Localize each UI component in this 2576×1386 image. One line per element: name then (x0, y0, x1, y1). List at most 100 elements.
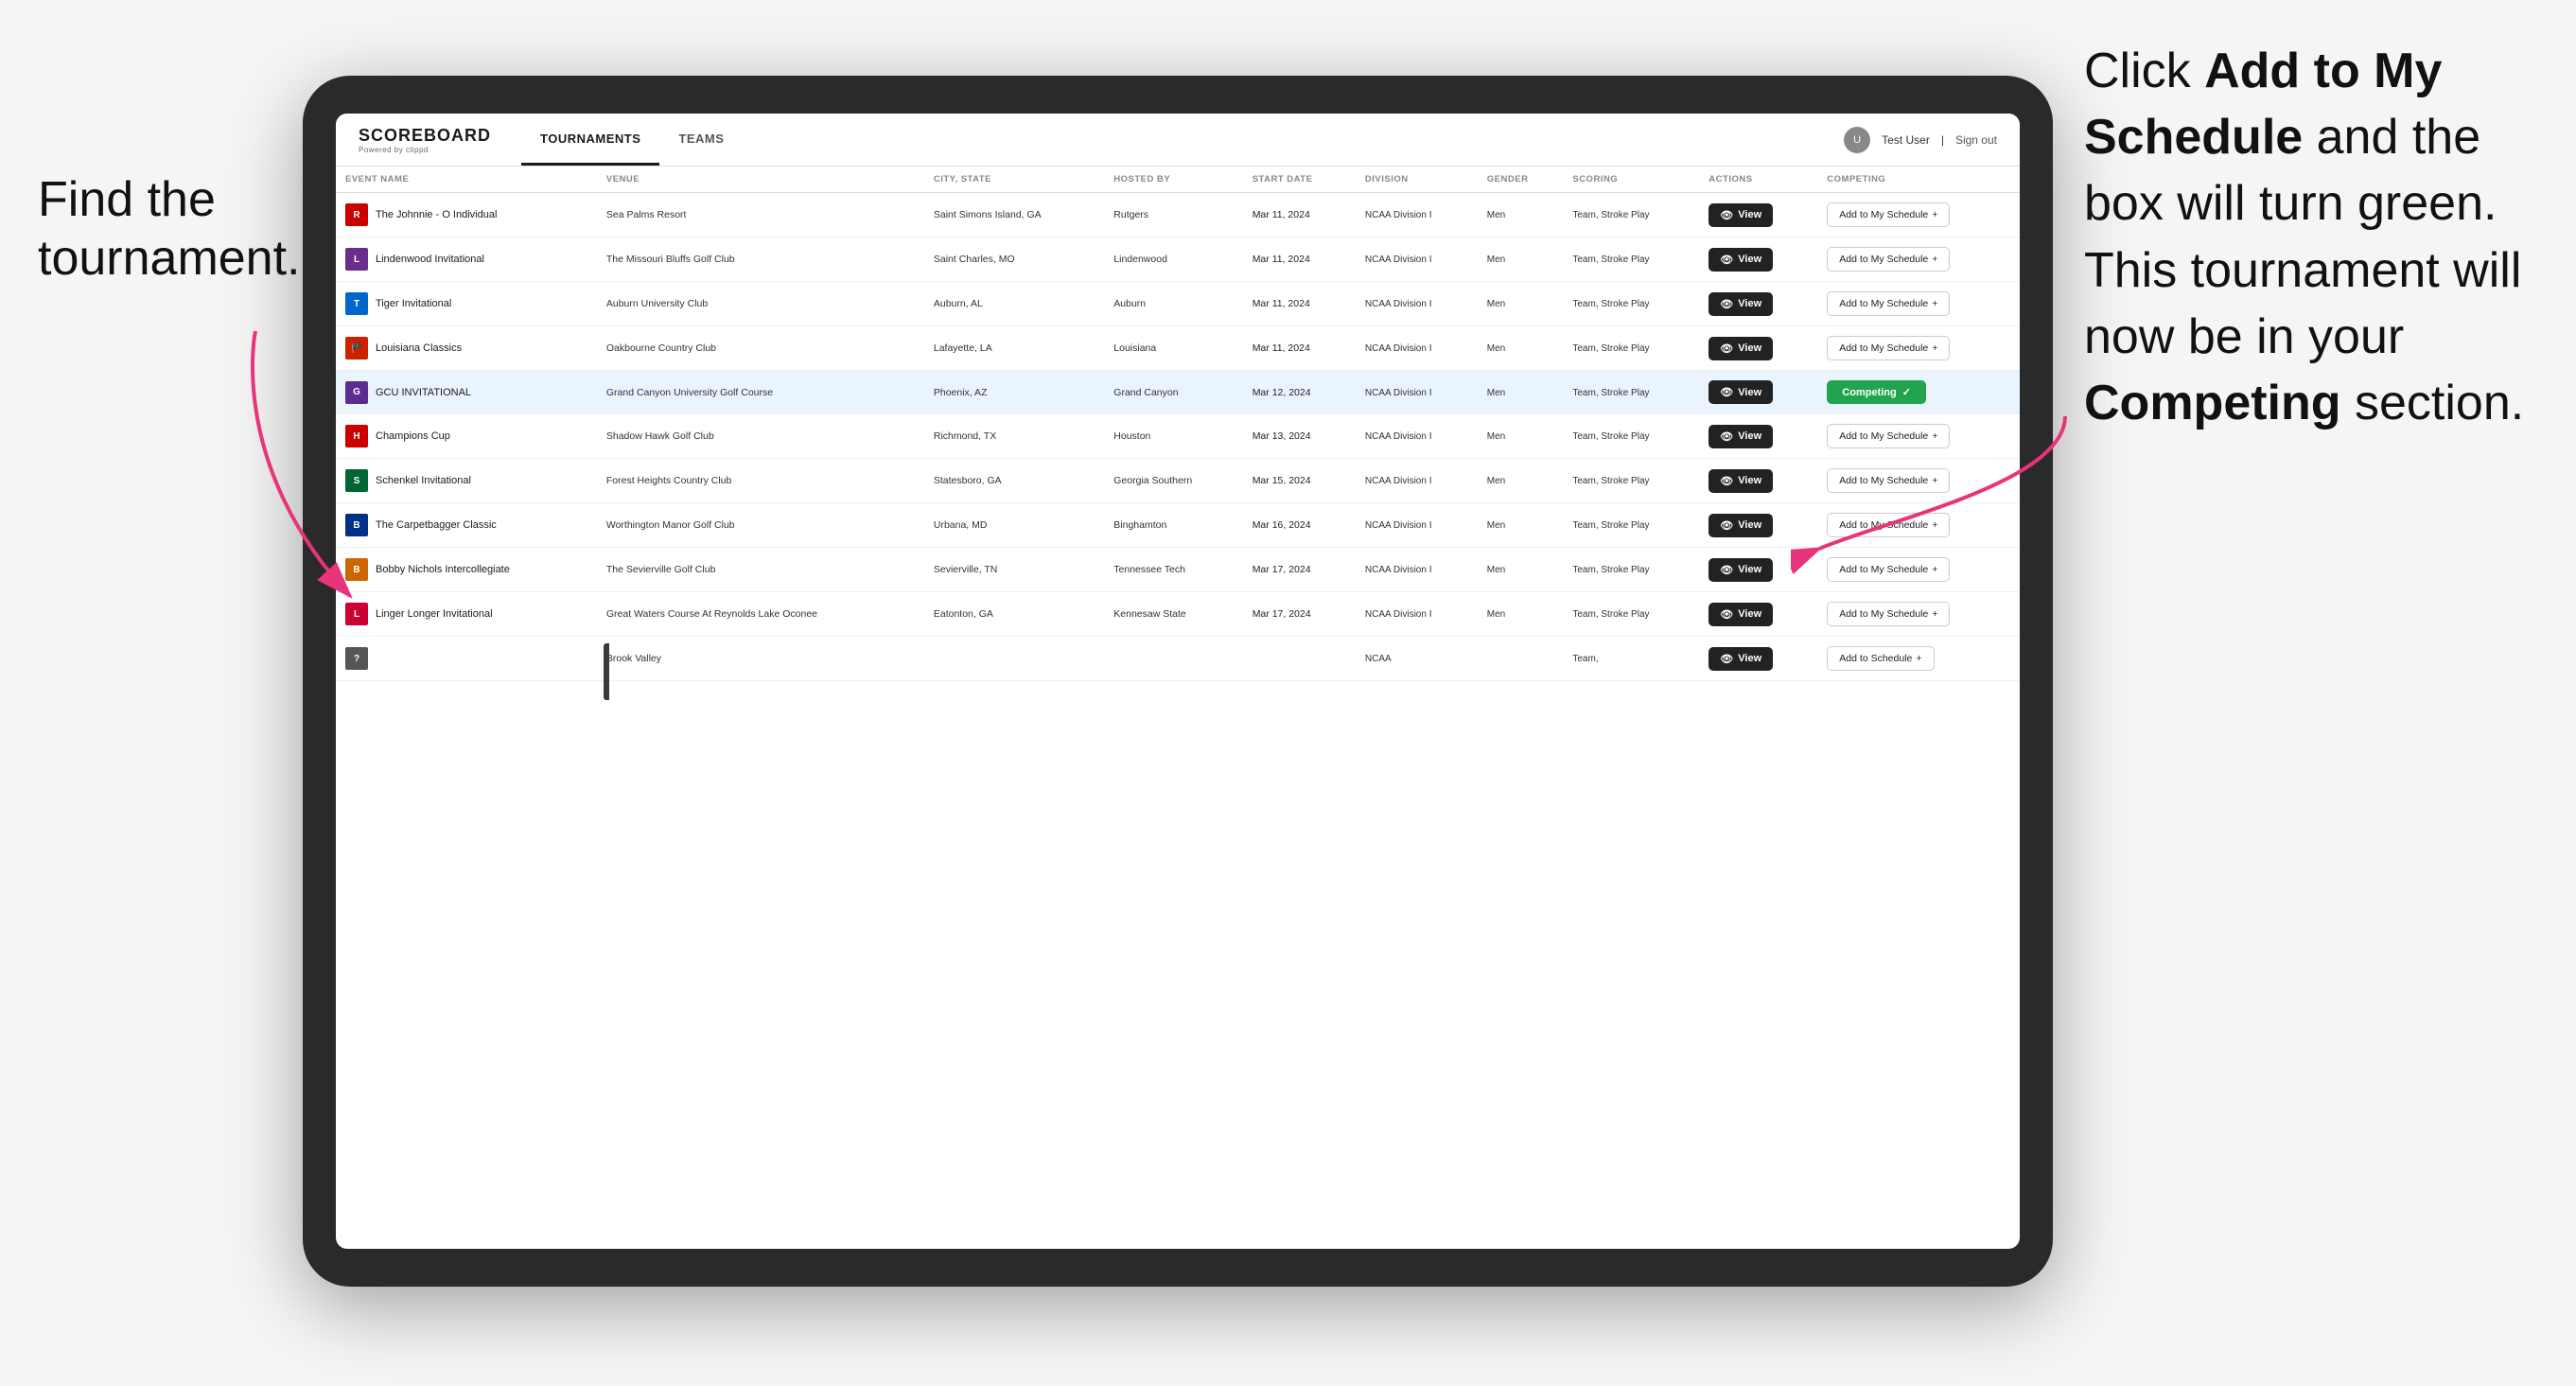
add-to-schedule-button[interactable]: Add to My Schedule + (1827, 291, 1950, 316)
table-row: ? Brook ValleyNCAATeam,👁View Add to Sche… (336, 637, 2020, 681)
city-cell: Saint Simons Island, GA (924, 193, 1104, 237)
gender-cell: Men (1478, 326, 1564, 371)
add-to-schedule-button[interactable]: Add to My Schedule + (1827, 202, 1950, 227)
view-button[interactable]: 👁View (1709, 248, 1773, 272)
header-right: U Test User | Sign out (1844, 127, 1997, 153)
table-header-row: EVENT NAME VENUE CITY, STATE HOSTED BY S… (336, 167, 2020, 193)
hosted-by-cell: Auburn (1104, 282, 1242, 326)
view-button[interactable]: 👁View (1709, 603, 1773, 626)
view-button[interactable]: 👁View (1709, 514, 1773, 537)
competing-cell: Add to My Schedule + (1817, 548, 2020, 592)
team-logo: ? (345, 647, 368, 670)
venue-text: Auburn University Club (606, 298, 708, 309)
gender-cell (1478, 637, 1564, 681)
division-cell: NCAA (1356, 637, 1478, 681)
venue-cell: Grand Canyon University Golf Course (597, 371, 924, 414)
view-button[interactable]: 👁View (1709, 292, 1773, 316)
eye-icon: 👁 (1720, 254, 1733, 266)
eye-icon: 👁 (1720, 386, 1733, 398)
scoring-cell: Team, Stroke Play (1563, 193, 1699, 237)
venue-text: Oakbourne Country Club (606, 342, 716, 354)
add-to-schedule-button[interactable]: Add to Schedule + (1827, 646, 1934, 671)
sign-out-link[interactable]: Sign out (1955, 133, 1997, 147)
view-button[interactable]: 👁View (1709, 647, 1773, 671)
gender-text: Men (1487, 431, 1505, 442)
competing-cell: Add to Schedule + (1817, 637, 2020, 681)
gender-text: Men (1487, 609, 1505, 620)
actions-cell: 👁View (1699, 459, 1817, 503)
add-schedule-label: Add to My Schedule (1839, 475, 1928, 486)
venue-text: Grand Canyon University Golf Course (606, 387, 773, 398)
start-date-cell (1243, 637, 1356, 681)
add-schedule-label: Add to My Schedule (1839, 209, 1928, 220)
add-to-schedule-button[interactable]: Add to My Schedule + (1827, 602, 1950, 626)
add-schedule-label: Add to My Schedule (1839, 342, 1928, 354)
division-text: NCAA Division I (1365, 210, 1432, 220)
gender-cell: Men (1478, 371, 1564, 414)
plus-icon: + (1932, 519, 1937, 531)
add-to-schedule-button[interactable]: Add to My Schedule + (1827, 468, 1950, 493)
hosted-by-text: Houston (1113, 430, 1150, 442)
view-button[interactable]: 👁View (1709, 558, 1773, 582)
hosted-by-cell: Tennessee Tech (1104, 548, 1242, 592)
view-button[interactable]: 👁View (1709, 203, 1773, 227)
hosted-by-cell (1104, 637, 1242, 681)
add-to-schedule-button[interactable]: Add to My Schedule + (1827, 424, 1950, 448)
table-row: B The Carpetbagger Classic Worthington M… (336, 503, 2020, 548)
city-text: Saint Charles, MO (934, 254, 1015, 265)
add-schedule-label: Add to My Schedule (1839, 608, 1928, 620)
competing-cell: Add to My Schedule + (1817, 592, 2020, 637)
competing-button[interactable]: Competing ✓ (1827, 380, 1926, 404)
add-to-schedule-button[interactable]: Add to My Schedule + (1827, 557, 1950, 582)
start-date-cell: Mar 11, 2024 (1243, 282, 1356, 326)
actions-cell: 👁View (1699, 548, 1817, 592)
scoring-text: Team, (1572, 654, 1598, 664)
division-text: NCAA Division I (1365, 520, 1432, 531)
gender-cell: Men (1478, 282, 1564, 326)
nav-tab-tournaments[interactable]: TOURNAMENTS (521, 114, 659, 166)
checkmark-icon: ✓ (1902, 386, 1911, 398)
start-date-cell: Mar 15, 2024 (1243, 459, 1356, 503)
team-logo: B (345, 558, 368, 581)
user-avatar: U (1844, 127, 1870, 153)
venue-cell: Sea Palms Resort (597, 193, 924, 237)
gender-cell: Men (1478, 193, 1564, 237)
add-to-schedule-button[interactable]: Add to My Schedule + (1827, 247, 1950, 272)
scoring-cell: Team, Stroke Play (1563, 326, 1699, 371)
team-logo: R (345, 203, 368, 226)
nav-tab-teams[interactable]: TEAMS (659, 114, 743, 166)
view-button[interactable]: 👁View (1709, 337, 1773, 360)
col-start-date: START DATE (1243, 167, 1356, 193)
venue-cell: Auburn University Club (597, 282, 924, 326)
scoring-text: Team, Stroke Play (1572, 431, 1649, 442)
event-name-cell: L Lindenwood Invitational (336, 237, 597, 282)
start-date-text: Mar 11, 2024 (1253, 342, 1310, 354)
event-name-text: Lindenwood Invitational (376, 254, 484, 265)
col-gender: GENDER (1478, 167, 1564, 193)
add-to-schedule-button[interactable]: Add to My Schedule + (1827, 513, 1950, 537)
start-date-text: Mar 17, 2024 (1253, 564, 1311, 575)
app-header: SCOREBOARD Powered by clippd TOURNAMENTS… (336, 114, 2020, 167)
view-button[interactable]: 👁View (1709, 425, 1773, 448)
competing-cell: Add to My Schedule + (1817, 503, 2020, 548)
event-name-text: Champions Cup (376, 430, 450, 442)
add-schedule-label: Add to Schedule (1839, 653, 1912, 664)
add-schedule-label: Add to My Schedule (1839, 564, 1928, 575)
division-text: NCAA Division I (1365, 299, 1432, 309)
col-hosted-by: HOSTED BY (1104, 167, 1242, 193)
city-text: Lafayette, LA (934, 342, 992, 354)
venue-cell: Shadow Hawk Golf Club (597, 414, 924, 459)
start-date-cell: Mar 16, 2024 (1243, 503, 1356, 548)
start-date-text: Mar 13, 2024 (1253, 430, 1311, 442)
event-name-cell: L Linger Longer Invitational (336, 592, 597, 637)
start-date-cell: Mar 11, 2024 (1243, 237, 1356, 282)
hosted-by-cell: Grand Canyon (1104, 371, 1242, 414)
gender-text: Men (1487, 210, 1505, 220)
division-cell: NCAA Division I (1356, 326, 1478, 371)
venue-cell: Forest Heights Country Club (597, 459, 924, 503)
gender-text: Men (1487, 388, 1505, 398)
hosted-by-text: Georgia Southern (1113, 475, 1192, 486)
add-to-schedule-button[interactable]: Add to My Schedule + (1827, 336, 1950, 360)
view-button[interactable]: 👁View (1709, 469, 1773, 493)
view-button[interactable]: 👁View (1709, 380, 1773, 404)
